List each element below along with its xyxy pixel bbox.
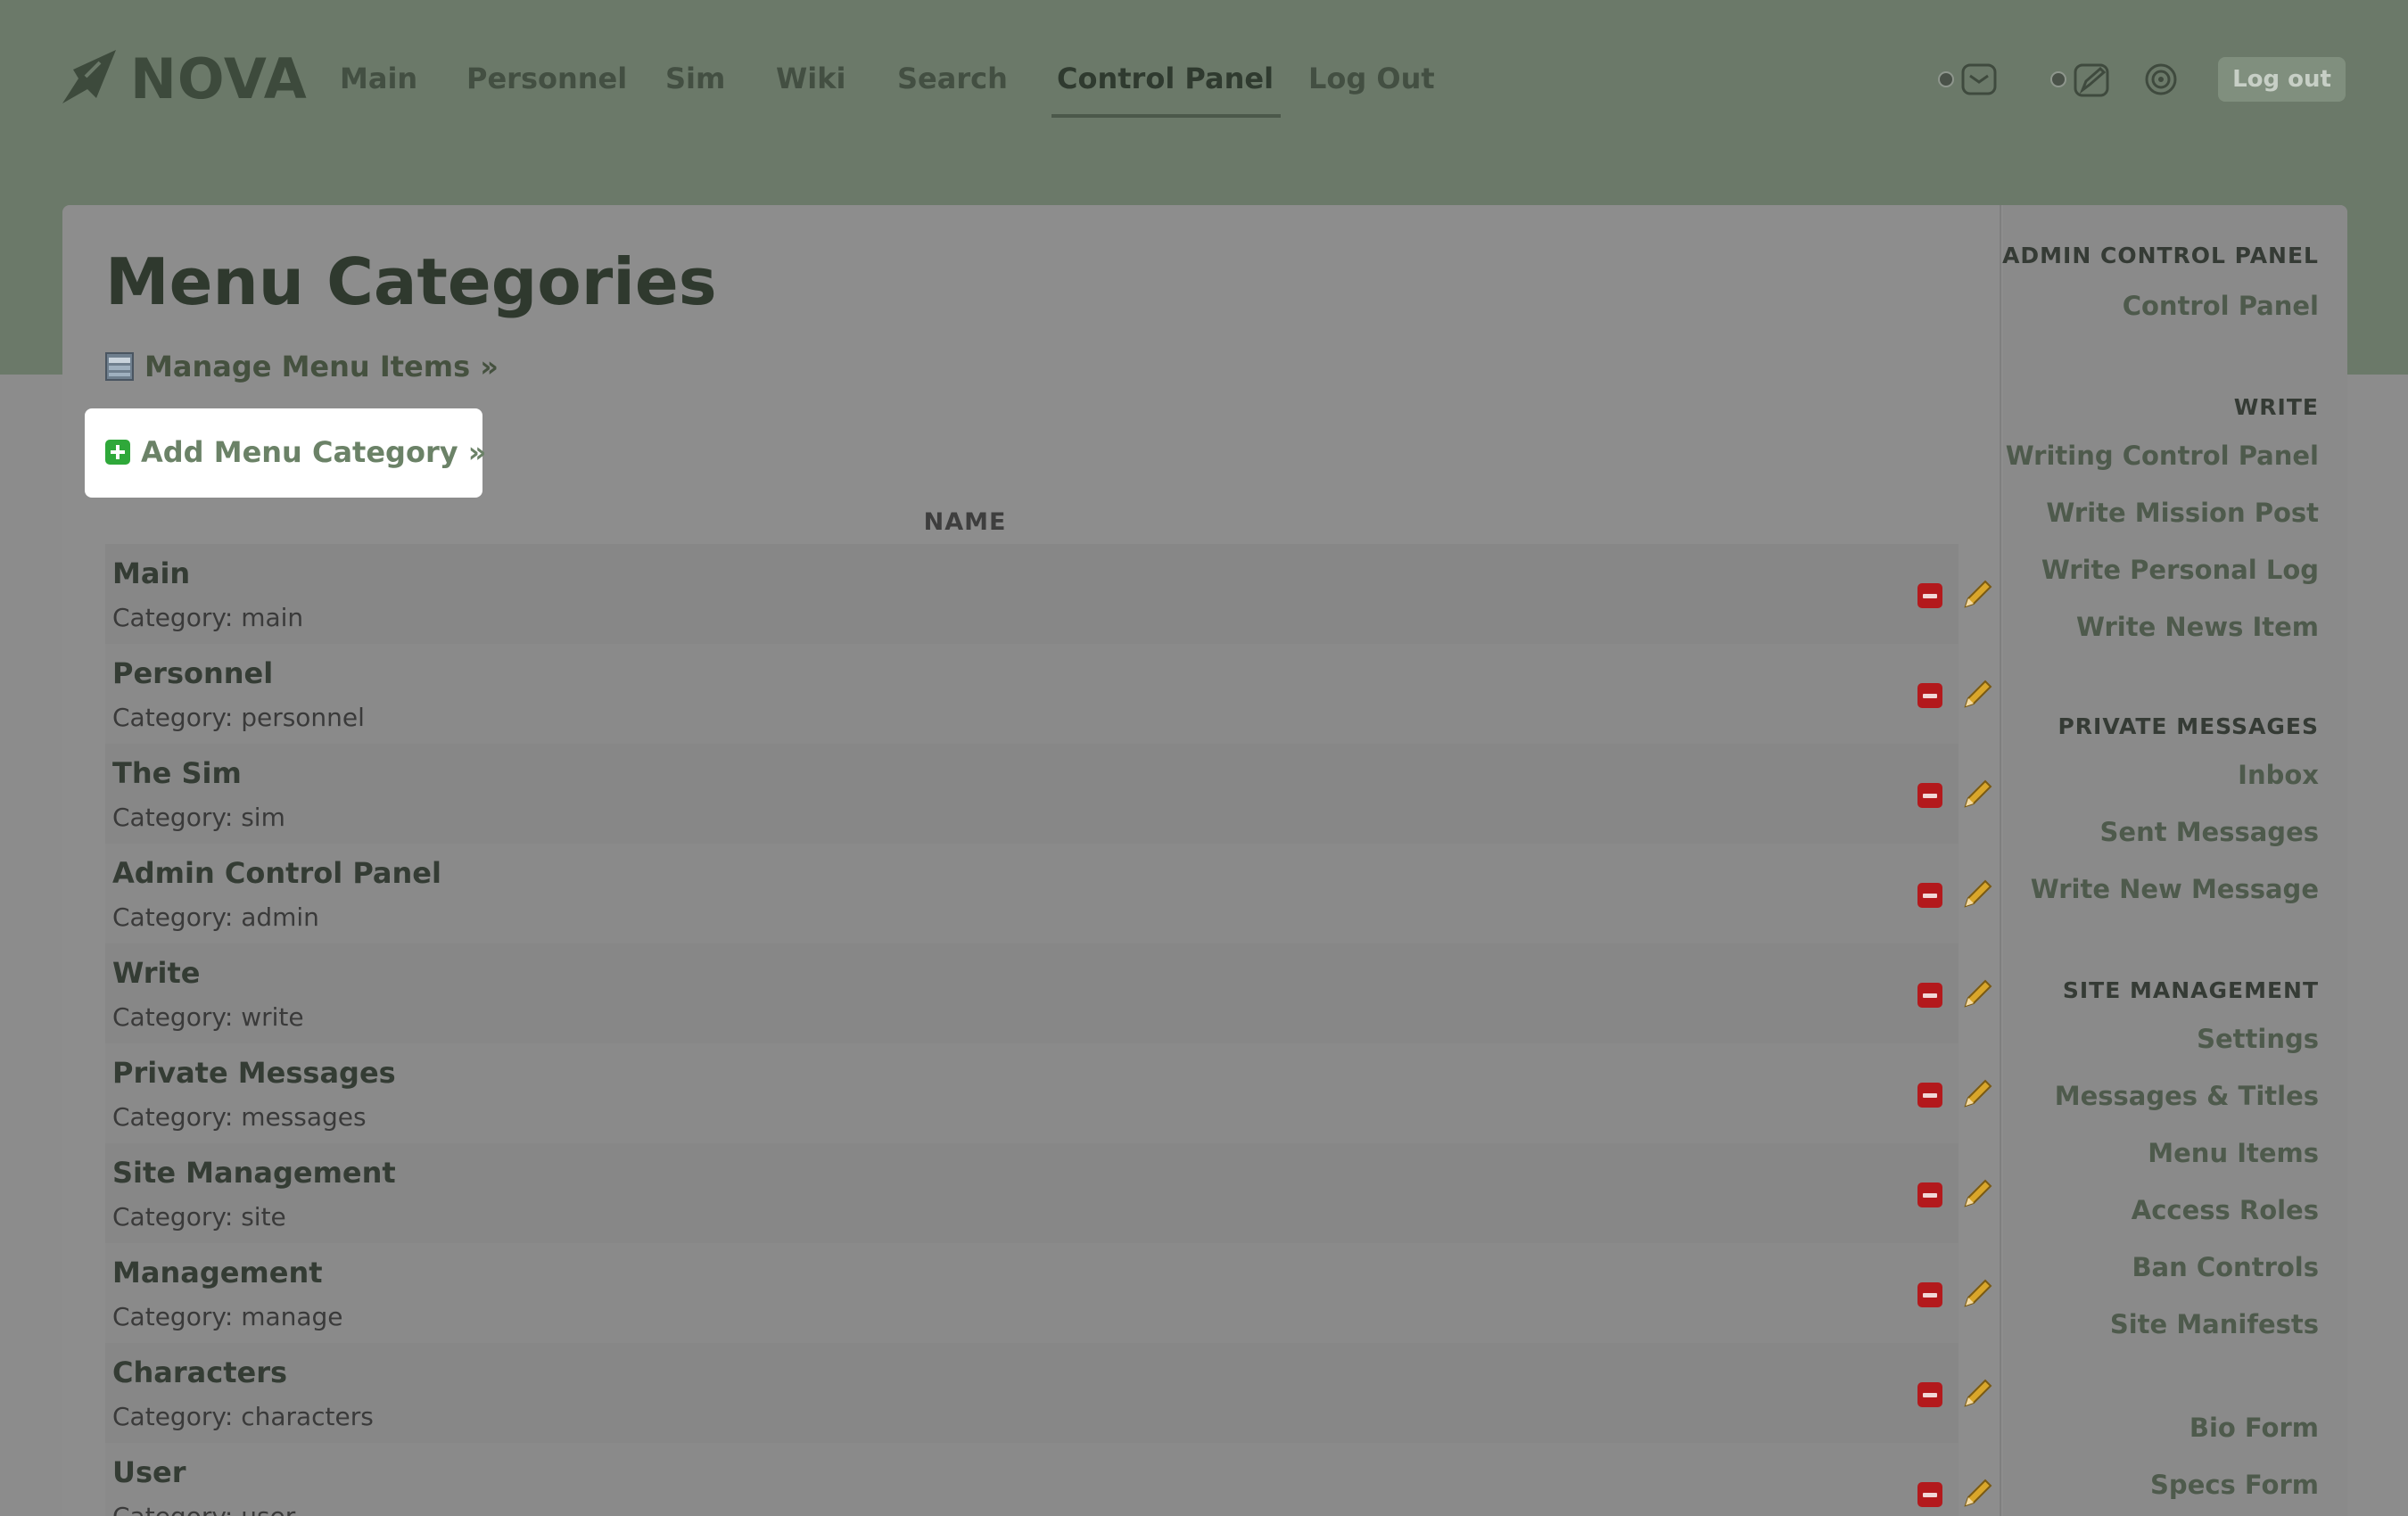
category-key: Category: main (112, 603, 304, 632)
category-key: Category: characters (112, 1402, 374, 1431)
nav-item-personnel[interactable]: Personnel (466, 57, 627, 118)
sidebar-item-writing-control-panel[interactable]: Writing Control Panel (2006, 441, 2319, 471)
edit-pencil-icon[interactable] (1960, 1375, 1996, 1411)
edit-pencil-icon[interactable] (1960, 1475, 1996, 1511)
category-key: Category: admin (112, 902, 319, 932)
delete-icon[interactable] (1917, 883, 1942, 908)
sidebar-item-inbox[interactable]: Inbox (2238, 760, 2319, 790)
sidebar-heading-site-management: SITE MANAGEMENT (2062, 977, 2319, 1003)
category-key: Category: sim (112, 803, 285, 832)
nav-item-main[interactable]: Main (340, 57, 417, 118)
delete-icon[interactable] (1917, 1083, 1942, 1108)
rocket-logo-icon (62, 50, 116, 103)
edit-pencil-icon[interactable] (1960, 1175, 1996, 1211)
table-row: Management Category: manage (105, 1243, 1992, 1343)
page-title: Menu Categories (105, 244, 717, 319)
content-panel: Menu Categories Manage Menu Items » Add … (62, 205, 2347, 1516)
edit-pencil-icon[interactable] (1960, 676, 1996, 712)
delete-icon[interactable] (1917, 1282, 1942, 1307)
main-column: Menu Categories Manage Menu Items » Add … (62, 205, 2001, 1516)
table-row: User Category: user (105, 1443, 1992, 1516)
edit-pencil-icon[interactable] (1960, 876, 1996, 911)
sidebar-item-access-roles[interactable]: Access Roles (2132, 1195, 2319, 1225)
sidebar-item-menu-items[interactable]: Menu Items (2148, 1138, 2319, 1168)
category-key: Category: user (112, 1502, 295, 1516)
sidebar-item-site-manifests[interactable]: Site Manifests (2110, 1309, 2319, 1339)
sidebar-item-sent-messages[interactable]: Sent Messages (2100, 817, 2319, 847)
category-key: Category: messages (112, 1102, 367, 1132)
category-name: Personnel (112, 656, 274, 690)
manage-menu-items-link[interactable]: Manage Menu Items » (105, 350, 499, 383)
table-row: The Sim Category: sim (105, 744, 1992, 844)
name-column-header: NAME (923, 508, 1007, 536)
sidebar-item-specs-form[interactable]: Specs Form (2150, 1470, 2319, 1500)
sidebar-item-messages-titles[interactable]: Messages & Titles (2055, 1081, 2319, 1111)
delete-icon[interactable] (1917, 683, 1942, 708)
sidebar-item-write-mission-post[interactable]: Write Mission Post (2046, 498, 2319, 528)
write-icon[interactable] (2072, 60, 2111, 99)
add-icon (105, 440, 130, 465)
nav-item-sim[interactable]: Sim (665, 57, 725, 118)
table-row: Main Category: main (105, 544, 1992, 644)
add-menu-category-label: Add Menu Category » (141, 435, 487, 469)
menu-list-icon (105, 352, 134, 381)
sidebar-item-write-new-message[interactable]: Write New Message (2031, 874, 2319, 904)
category-name: Site Management (112, 1156, 396, 1190)
category-name: User (112, 1455, 186, 1489)
category-name: Characters (112, 1355, 288, 1389)
sidebar-item-write-personal-log[interactable]: Write Personal Log (2041, 555, 2319, 585)
table-row: Characters Category: characters (105, 1343, 1992, 1443)
nav-item-control-panel[interactable]: Control Panel (1051, 57, 1282, 118)
sidebar-heading-write: WRITE (2233, 394, 2319, 420)
logout-button[interactable]: Log out (2218, 57, 2346, 102)
delete-icon[interactable] (1917, 1182, 1942, 1207)
category-key: Category: write (112, 1002, 304, 1032)
inbox-icon[interactable] (1959, 60, 1999, 99)
edit-pencil-icon[interactable] (1960, 576, 1996, 612)
category-name: Main (112, 556, 191, 590)
sidebar-item-ban-controls[interactable]: Ban Controls (2132, 1252, 2319, 1282)
inbox-status-dot (1938, 71, 1955, 87)
nav-item-wiki[interactable]: Wiki (776, 57, 846, 118)
table-row: Private Messages Category: messages (105, 1043, 1992, 1143)
table-row: Personnel Category: personnel (105, 644, 1992, 744)
delete-icon[interactable] (1917, 983, 1942, 1008)
table-row: Admin Control Panel Category: admin (105, 844, 1992, 943)
sidebar-item-control-panel[interactable]: Control Panel (2123, 291, 2319, 321)
category-name: Management (112, 1256, 323, 1289)
add-menu-category-link[interactable]: Add Menu Category » (105, 435, 486, 469)
sidebar-heading-admin: ADMIN CONTROL PANEL (2002, 243, 2319, 268)
nav-item-search[interactable]: Search (897, 57, 1008, 118)
category-list: Main Category: main Personnel Category: … (105, 544, 1992, 1516)
category-name: Admin Control Panel (112, 856, 441, 890)
category-key: Category: personnel (112, 703, 365, 732)
sidebar-item-bio-form[interactable]: Bio Form (2189, 1413, 2319, 1443)
manage-menu-items-label: Manage Menu Items » (144, 350, 499, 383)
category-name: The Sim (112, 756, 242, 790)
category-key: Category: manage (112, 1302, 343, 1331)
category-name: Write (112, 956, 201, 990)
sidebar-item-settings[interactable]: Settings (2197, 1024, 2319, 1054)
category-name: Private Messages (112, 1056, 396, 1090)
edit-pencil-icon[interactable] (1960, 1275, 1996, 1311)
edit-pencil-icon[interactable] (1960, 776, 1996, 812)
delete-icon[interactable] (1917, 1482, 1942, 1507)
table-row: Site Management Category: site (105, 1143, 1992, 1243)
settings-dial-icon[interactable] (2141, 60, 2181, 99)
logo-text: NOVA (130, 45, 308, 111)
edit-pencil-icon[interactable] (1960, 976, 1996, 1011)
sidebar-item-write-news-item[interactable]: Write News Item (2076, 612, 2319, 642)
table-row: Write Category: write (105, 943, 1992, 1043)
user-tools: Log out (1938, 57, 2346, 102)
sidebar-heading-private-messages: PRIVATE MESSAGES (2058, 713, 2319, 739)
write-status-dot (2050, 71, 2067, 87)
delete-icon[interactable] (1917, 583, 1942, 608)
delete-icon[interactable] (1917, 1382, 1942, 1407)
nav-item-log-out[interactable]: Log Out (1308, 57, 1435, 118)
category-key: Category: site (112, 1202, 286, 1232)
nova-logo[interactable]: NOVA (61, 46, 308, 111)
edit-pencil-icon[interactable] (1960, 1075, 1996, 1111)
sidebar: ADMIN CONTROL PANEL Control Panel WRITE … (2002, 205, 2347, 1516)
delete-icon[interactable] (1917, 783, 1942, 808)
